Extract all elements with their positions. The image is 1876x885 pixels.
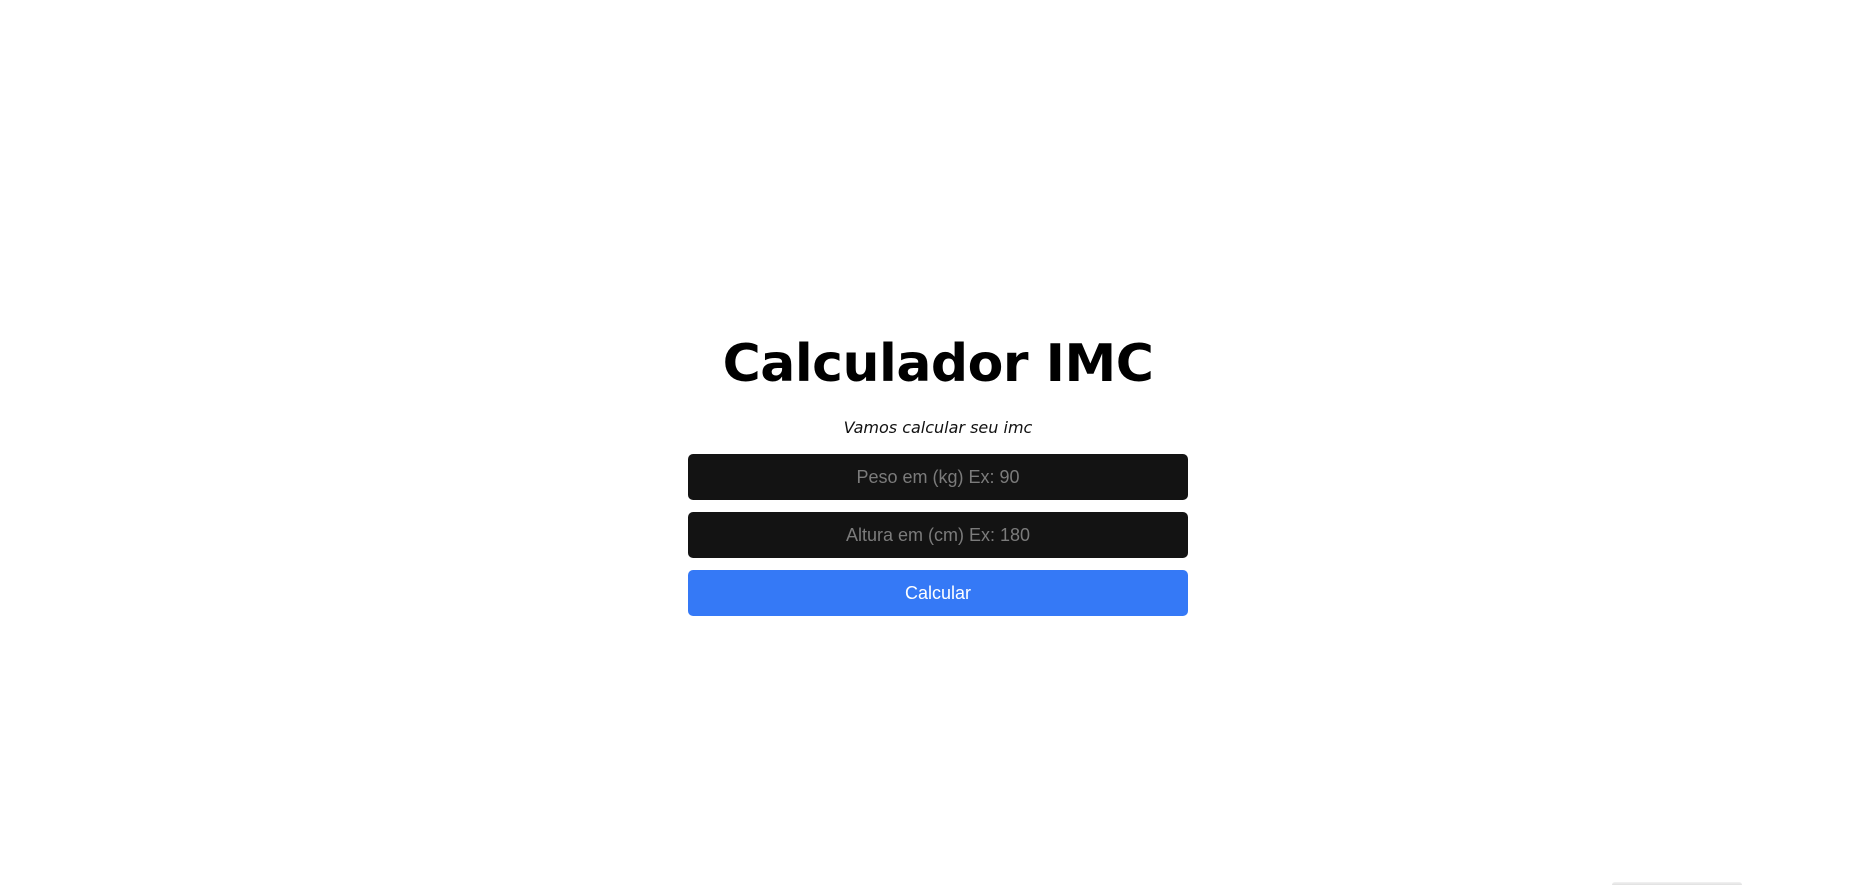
page-title: Calculador IMC [722, 334, 1154, 394]
weight-input[interactable] [688, 454, 1188, 500]
page: Calculador IMC Vamos calcular seu imc Ca… [0, 0, 1876, 885]
calculate-button[interactable]: Calcular [688, 570, 1188, 616]
height-input[interactable] [688, 512, 1188, 558]
page-subtitle: Vamos calcular seu imc [843, 418, 1033, 437]
bmi-calculator-card: Calculador IMC Vamos calcular seu imc Ca… [688, 330, 1188, 616]
